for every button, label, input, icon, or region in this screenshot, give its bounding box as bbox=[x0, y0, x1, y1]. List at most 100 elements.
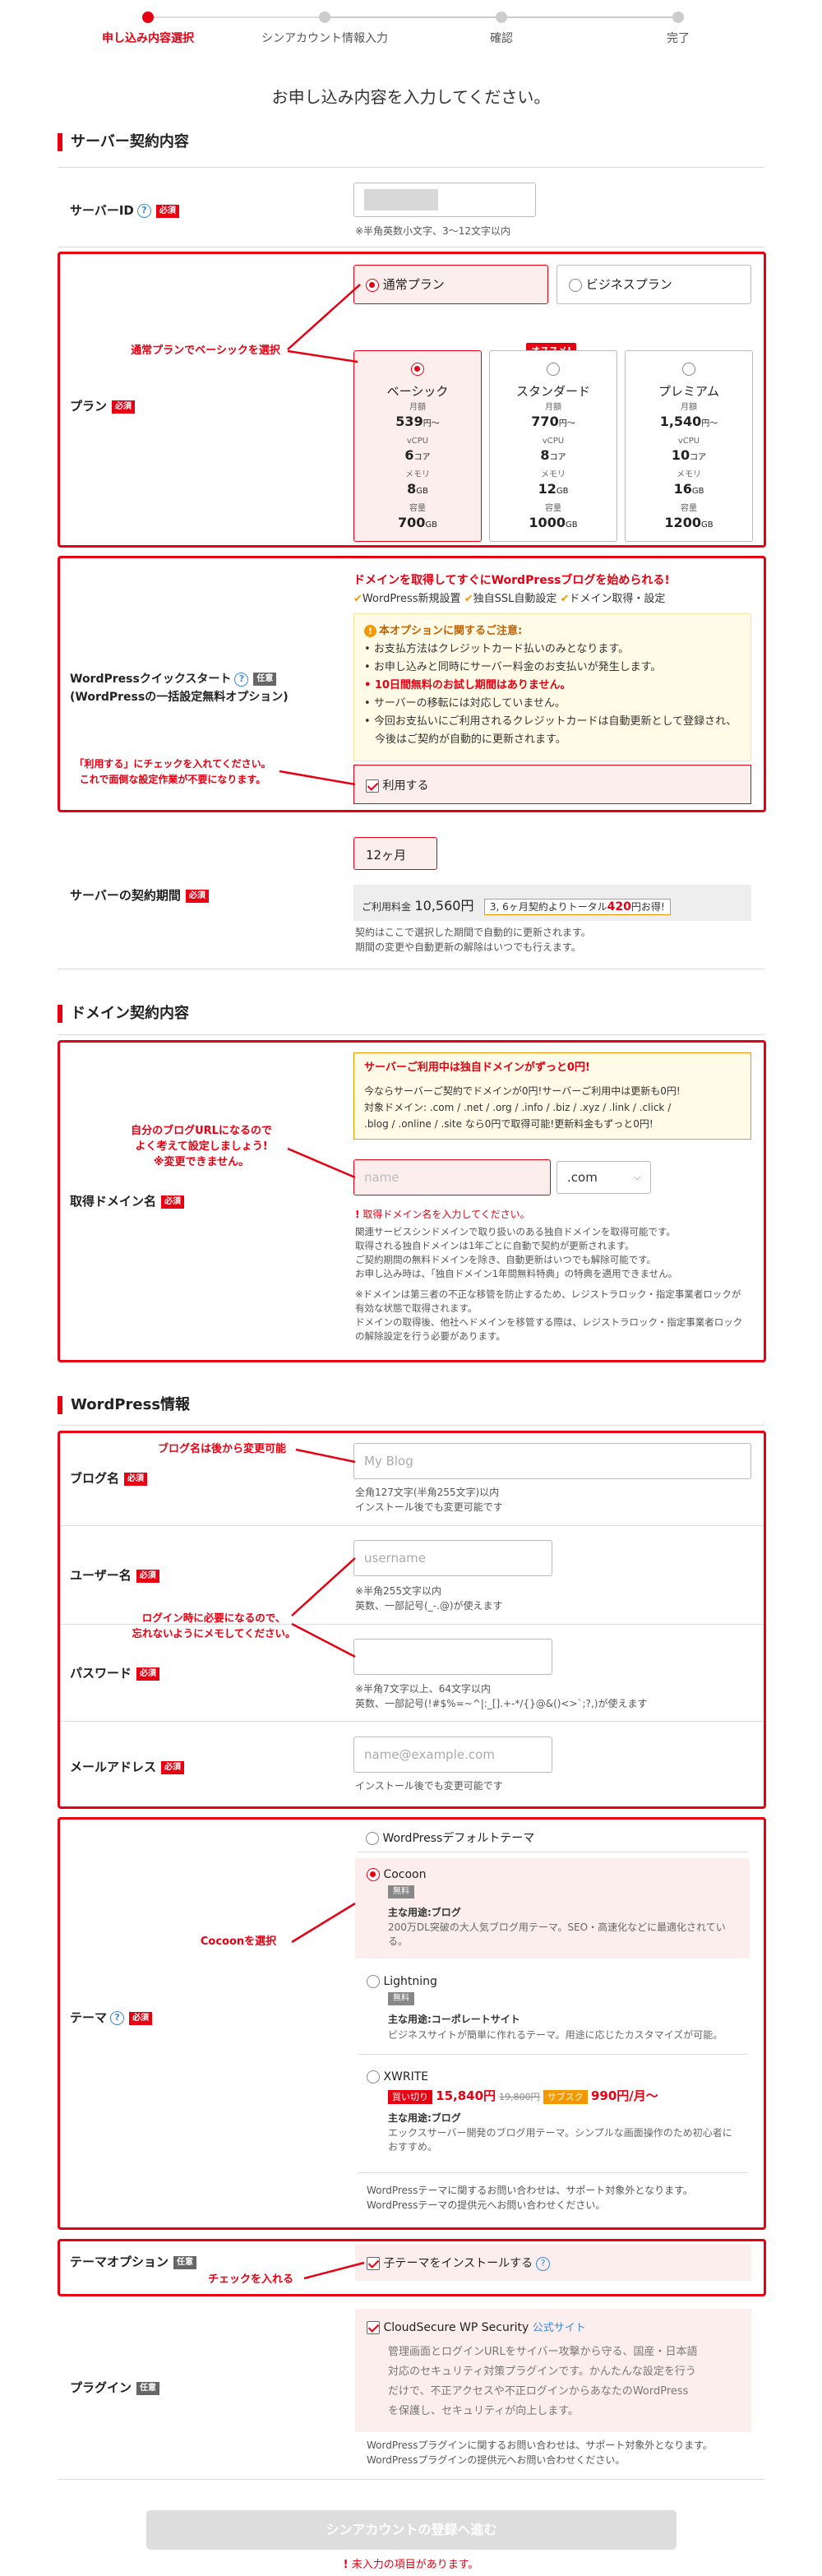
child-theme-checkbox[interactable]: 子テーマをインストールする? bbox=[355, 2245, 751, 2281]
period-select[interactable]: 12ヶ月 bbox=[353, 837, 437, 870]
help-icon[interactable]: ? bbox=[136, 204, 151, 218]
radio-icon bbox=[569, 278, 582, 292]
divider bbox=[60, 1525, 764, 1526]
email-input[interactable]: name@example.com bbox=[353, 1737, 552, 1773]
required-badge: 必須 bbox=[161, 1195, 185, 1209]
plan-cpu: 10コア bbox=[671, 447, 707, 463]
radio-icon bbox=[411, 363, 424, 376]
free-badge: 無料 bbox=[388, 1885, 414, 1898]
step-dot-2 bbox=[319, 12, 330, 23]
divider bbox=[58, 1425, 764, 1426]
step-label-1: 申し込み内容選択 bbox=[102, 32, 194, 45]
checkbox-icon bbox=[367, 2257, 380, 2270]
plan-basic-card[interactable]: ベーシック 月額 539円〜 vCPU 6コア メモリ 8GB 容量 700GB bbox=[353, 350, 482, 542]
use-quickstart-checkbox[interactable]: 利用する bbox=[353, 765, 751, 804]
radio-icon bbox=[367, 1868, 380, 1881]
plan-disk: 1000GB bbox=[529, 515, 578, 530]
plan-disk: 1200GB bbox=[664, 515, 713, 530]
quickstart-features: ✔WordPress新規設置 ✔独自SSL自動設定 ✔ドメイン取得・設定 bbox=[353, 593, 666, 605]
plan-price: 539円〜 bbox=[395, 414, 440, 429]
plan-name: ベーシック bbox=[386, 384, 449, 399]
annotation-login: ログイン時に必要になるので、 忘れないようにメモしてください。 bbox=[132, 1612, 296, 1639]
plan-name: プレミアム bbox=[658, 384, 719, 399]
help-icon[interactable]: ? bbox=[110, 2011, 125, 2025]
annotation-quickstart: 「利用する」にチェックを入れてください。 これで面倒な設定作業が不要になります。 bbox=[74, 758, 271, 785]
quickstart-label: WordPressクイックスタート? 任意 (WordPressの一括設定無料オプシ… bbox=[70, 672, 289, 704]
fee-value: 10,560円 bbox=[414, 898, 474, 913]
submit-button[interactable]: シンアカウントの登録へ進む bbox=[146, 2510, 677, 2550]
server-id-input[interactable] bbox=[353, 183, 536, 217]
theme-notes: WordPressテーマに関するお問い合わせは、サポート対象外となります。 Wor… bbox=[367, 2185, 693, 2211]
theme-lightning-option[interactable]: Lightning 無料 主な用途:コーポレートサイト ビジネスサイトが簡単に作… bbox=[355, 1965, 750, 2051]
server-id-note: ※半角英数小文字、3〜12文字以内 bbox=[355, 225, 510, 237]
theme-option-label: テーマオプション 任意 bbox=[70, 2253, 197, 2270]
plan-normal-option[interactable]: 通常プラン bbox=[353, 265, 548, 304]
plugin-notes: WordPressプラグインに関するお問い合わせは、サポート対象外となります。 W… bbox=[367, 2440, 713, 2466]
blog-name-input[interactable]: My Blog bbox=[353, 1443, 751, 1479]
email-notes: インストール後でも変更可能です bbox=[355, 1780, 503, 1792]
required-badge: 必須 bbox=[161, 1760, 185, 1774]
plan-premium-card[interactable]: プレミアム 月額 1,540円〜 vCPU 10コア メモリ 16GB 容量 1… bbox=[625, 350, 753, 542]
theme-xwrite-option[interactable]: XWRITE 買い切り 15,840円 19,800円 サブスク 990円/月〜… bbox=[355, 2060, 750, 2167]
plan-disk: 700GB bbox=[397, 515, 437, 530]
plan-cpu: 8コア bbox=[540, 447, 566, 463]
step-dot-3 bbox=[496, 12, 507, 23]
password-input[interactable] bbox=[353, 1639, 552, 1675]
plan-business-label: ビジネスプラン bbox=[585, 277, 672, 292]
required-badge: 必須 bbox=[136, 1667, 160, 1681]
divider bbox=[58, 167, 764, 168]
theme-label: テーマ? 必須 bbox=[70, 2009, 153, 2026]
cpu-label: vCPU bbox=[406, 437, 429, 446]
annotation-plan: 通常プランでベーシックを選択 bbox=[131, 345, 280, 357]
checkbox-icon bbox=[367, 2321, 380, 2334]
step-label-3: 確認 bbox=[490, 32, 513, 45]
step-label-2: シンアカウント情報入力 bbox=[261, 32, 388, 45]
annotation-blog: ブログ名は後から変更可能 bbox=[157, 1443, 286, 1455]
required-badge: 必須 bbox=[129, 2011, 153, 2025]
plan-mem: 16GB bbox=[673, 481, 704, 497]
progress-steps: 申し込み内容選択 シンアカウント情報入力 確認 完了 bbox=[0, 0, 822, 49]
required-badge: 必須 bbox=[155, 204, 179, 218]
disk-label: 容量 bbox=[681, 504, 697, 513]
official-site-link[interactable]: 公式サイト bbox=[533, 2322, 586, 2334]
theme-cocoon-option[interactable]: Cocoon 無料 主な用途:ブログ 200万DL突破の大人気ブログ用テーマ。S… bbox=[355, 1858, 750, 1959]
blog-name-notes: 全角127文字(半角255文字)以内 インストール後でも変更可能です bbox=[355, 1487, 503, 1513]
fee-label: ご利用料金 bbox=[362, 901, 412, 913]
radio-icon bbox=[547, 363, 560, 376]
annotation-domain: 自分のブログURLになるので よく考えて設定しましょう! ※変更できません。 bbox=[131, 1125, 272, 1168]
period-label: サーバーの契約期間 必須 bbox=[70, 886, 209, 904]
help-icon[interactable]: ? bbox=[234, 672, 249, 687]
fee-promo: 3, 6ヶ月契約よりトータル420円お得! bbox=[483, 899, 671, 915]
plan-price: 770円〜 bbox=[531, 414, 575, 429]
plan-name: スタンダード bbox=[515, 384, 590, 399]
plan-normal-label: 通常プラン bbox=[382, 277, 445, 292]
cpu-label: vCPU bbox=[677, 437, 700, 446]
radio-icon bbox=[367, 2070, 380, 2083]
divider bbox=[358, 2054, 748, 2055]
plan-standard-card[interactable]: スタンダード 月額 770円〜 vCPU 8コア メモリ 12GB 容量 100… bbox=[489, 350, 617, 542]
quickstart-headline: ドメインを取得してすぐにWordPressブログを始められる! bbox=[353, 574, 670, 587]
domain-notes-2: ※ドメインは第三者の不正な移管を防止するため、レジストラロック・指定事業者ロック… bbox=[355, 1288, 743, 1342]
theme-default-option[interactable]: WordPressデフォルトテーマ bbox=[366, 1829, 534, 1846]
server-id-value-masked bbox=[364, 189, 438, 210]
fee-box: ご利用料金 10,560円 3, 6ヶ月契約よりトータル420円お得! bbox=[353, 885, 751, 921]
username-input[interactable]: username bbox=[353, 1540, 552, 1576]
plan-business-option[interactable]: ビジネスプラン bbox=[556, 265, 751, 304]
step-label-4: 完了 bbox=[667, 32, 690, 45]
plan-label: プラン 必須 bbox=[70, 397, 136, 414]
plan-mem: 8GB bbox=[407, 481, 428, 497]
tld-select[interactable]: .com ⌵ bbox=[556, 1161, 651, 1194]
xwrite-prices: 買い切り 15,840円 19,800円 サブスク 990円/月〜 bbox=[388, 2087, 738, 2104]
divider bbox=[58, 2479, 764, 2480]
divider bbox=[60, 1624, 764, 1625]
plugin-box[interactable]: CloudSecure WP Security 公式サイト 管理画面とログインU… bbox=[355, 2309, 751, 2432]
submit-error: ! 未入力の項目があります。 bbox=[343, 2559, 479, 2571]
help-icon[interactable]: ? bbox=[536, 2256, 551, 2271]
price-label: 月額 bbox=[409, 403, 426, 412]
required-badge: 必須 bbox=[136, 1569, 159, 1583]
price-label: 月額 bbox=[681, 403, 697, 412]
domain-name-input[interactable]: name bbox=[353, 1159, 551, 1196]
annotation-theme: Cocoonを選択 bbox=[200, 1935, 277, 1948]
page-title: お申し込み内容を入力してください。 bbox=[271, 87, 551, 107]
free-badge: 無料 bbox=[388, 1992, 414, 2005]
